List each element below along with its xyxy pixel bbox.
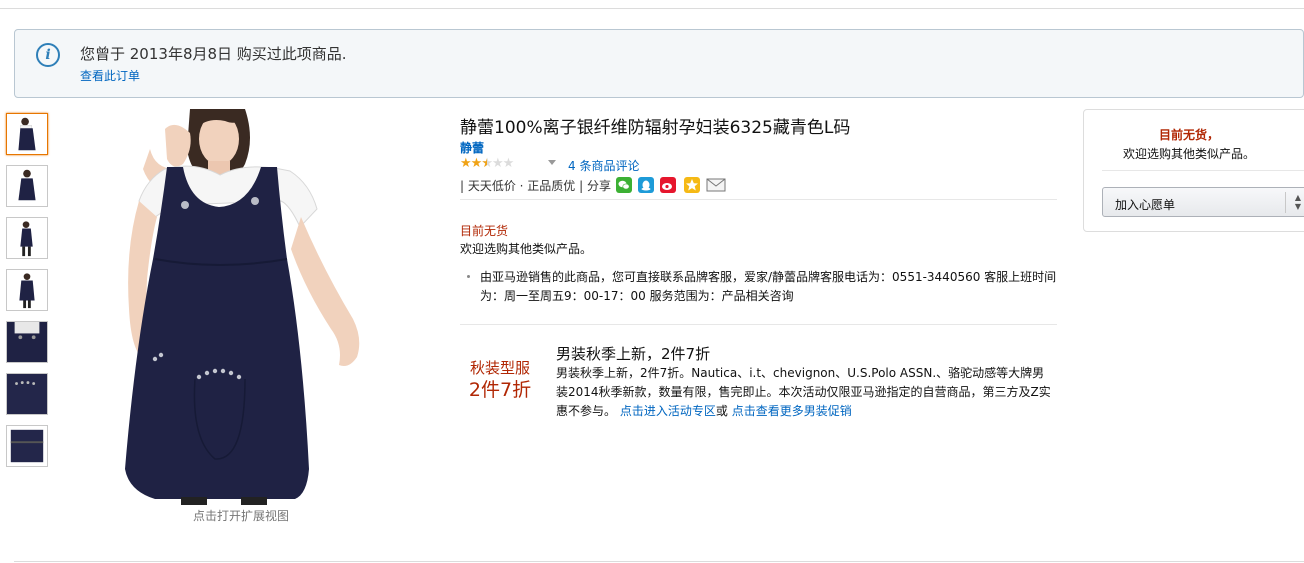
bullet-icon — [467, 275, 470, 278]
tags-label: | 天天低价 · 正品质优 | 分享 — [460, 179, 611, 193]
thumbnail-3[interactable] — [6, 217, 48, 259]
email-icon[interactable] — [706, 177, 726, 193]
divider — [460, 324, 1057, 325]
thumbnail-5[interactable] — [6, 321, 48, 363]
wishlist-divider — [1285, 192, 1286, 213]
empty-star-icon: ★★ — [491, 156, 514, 171]
thumbnail-4[interactable] — [6, 269, 48, 311]
reviews-link[interactable]: 4 条商品评论 — [568, 157, 639, 174]
availability-status: 目前无货 — [460, 224, 509, 238]
expand-view-label[interactable]: 点击打开扩展视图 — [193, 507, 289, 524]
divider — [460, 199, 1057, 200]
wishlist-label: 加入心愿单 — [1115, 198, 1176, 212]
thumbnail-7[interactable] — [6, 425, 48, 467]
seller-info: 由亚马逊销售的此商品，您可直接联系品牌客服，爱家/静蕾品牌客服电话为：0551-… — [480, 270, 1057, 303]
half-star-icon: ★ ★ — [481, 156, 493, 171]
availability-sub: 欢迎选购其他类似产品。 — [460, 242, 593, 256]
promo-badge-line1: 秋装型服 — [469, 359, 530, 377]
updown-arrow-icon[interactable]: ▲ ▼ — [1292, 193, 1304, 211]
brand-link[interactable]: 静蕾 — [460, 139, 484, 156]
qq-icon[interactable] — [638, 177, 654, 193]
promo-badge[interactable]: 秋装型服 2件7折 — [464, 358, 536, 402]
thumbnail-1[interactable] — [6, 113, 48, 155]
promo-link-event[interactable]: 点击进入活动专区 — [620, 404, 716, 418]
weibo-icon[interactable] — [660, 177, 676, 193]
bottom-divider — [14, 561, 1304, 562]
purchase-notice: i 您曾于 2013年8月8日 购买过此项商品. 查看此订单 — [14, 29, 1304, 98]
promo-description: 男装秋季上新，2件7折。Nautica、i.t、chevignon、U.S.Po… — [556, 364, 1056, 421]
promo-link-joiner: 或 — [715, 404, 728, 418]
top-divider — [0, 8, 1304, 9]
view-order-link[interactable]: 查看此订单 — [80, 67, 140, 84]
buy-box: 目前无货， 欢迎选购其他类似产品。 加入心愿单 ▲ ▼ — [1083, 109, 1304, 232]
thumbnail-2[interactable] — [6, 165, 48, 207]
purchase-notice-message: 您曾于 2013年8月8日 购买过此项商品. — [80, 45, 347, 63]
main-product-image[interactable] — [95, 107, 395, 505]
star-rating[interactable]: ★★★ ★ ★★ — [460, 156, 514, 171]
chevron-down-icon[interactable] — [548, 160, 556, 165]
buybox-availability: 目前无货， — [1158, 128, 1219, 142]
buybox-sub: 欢迎选购其他类似产品。 — [1122, 147, 1255, 161]
product-title: 静蕾100%离子银纤维防辐射孕妇装6325藏青色L码 — [460, 118, 851, 138]
promo-title: 男装秋季上新，2件7折 — [556, 345, 711, 363]
buybox-divider — [1102, 170, 1304, 171]
wechat-icon[interactable] — [616, 177, 632, 193]
add-to-wishlist-button[interactable]: 加入心愿单 ▲ ▼ — [1102, 187, 1304, 217]
promo-badge-line2: 2件7折 — [468, 379, 532, 401]
info-icon: i — [36, 43, 60, 67]
thumbnail-6[interactable] — [6, 373, 48, 415]
star-icon: ★★ — [460, 156, 482, 171]
qzone-icon[interactable] — [684, 177, 700, 193]
promo-link-more[interactable]: 点击查看更多男装促销 — [732, 404, 852, 418]
